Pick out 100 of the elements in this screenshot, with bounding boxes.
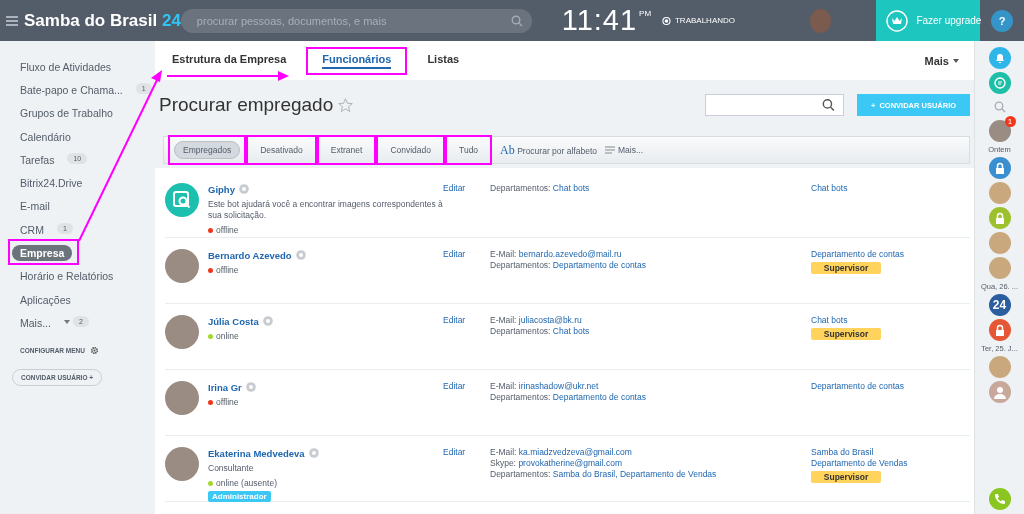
employee-role: Consultante: [208, 463, 254, 475]
department-link[interactable]: Departamento de contas: [811, 381, 905, 391]
employee-name[interactable]: Giphy: [208, 183, 235, 195]
logo[interactable]: Samba do Brasil 24: [24, 10, 181, 31]
edit-link[interactable]: Editar: [443, 447, 490, 503]
caret-icon: [953, 58, 959, 63]
sidebar-item[interactable]: Tarefas: [12, 151, 63, 168]
filter-tab[interactable]: Extranet: [322, 142, 371, 158]
chat-avatar[interactable]: [988, 232, 1011, 254]
crown-icon: [886, 9, 909, 32]
sidebar-item[interactable]: Empresa: [12, 245, 73, 262]
field-label: Skype:: [490, 458, 516, 468]
lock-icon[interactable]: [988, 319, 1011, 341]
status-radio-icon[interactable]: [662, 15, 671, 26]
chat-avatar[interactable]: [988, 257, 1011, 279]
department-link[interactable]: Departamento de Vendas: [811, 458, 908, 468]
field-label: Departamentos:: [490, 392, 551, 402]
edit-link[interactable]: Editar: [443, 315, 490, 369]
sidebar-item[interactable]: E-mail: [12, 198, 58, 215]
chat-icon[interactable]: [988, 72, 1011, 94]
star-icon[interactable]: [338, 97, 354, 113]
user-icon[interactable]: [988, 381, 1011, 403]
department-link[interactable]: Chat bots: [811, 315, 848, 325]
edit-link[interactable]: Editar: [443, 183, 490, 237]
department-link[interactable]: Samba do Brasil: [811, 447, 874, 457]
sidebar-item[interactable]: Bitrix24.Drive: [12, 175, 91, 192]
search-icon: [510, 14, 523, 27]
photo-placeholder: [165, 249, 199, 283]
sidebar-item[interactable]: Aplicações: [12, 291, 79, 308]
field-label: Departamentos:: [490, 183, 551, 193]
field-label: Departamentos:: [490, 469, 551, 479]
presence-status: offline: [216, 265, 239, 275]
tab[interactable]: Estrutura da Empresa: [172, 52, 287, 69]
employee-name[interactable]: Bernardo Azevedo: [208, 249, 292, 261]
notification-bell-icon[interactable]: [988, 47, 1011, 69]
field-value[interactable]: Departamento de contas: [552, 260, 646, 270]
chat-avatar[interactable]: [988, 182, 1011, 204]
supervisor-badge: Supervisor: [811, 262, 881, 274]
admin-badge: Administrador: [208, 491, 271, 503]
field-value[interactable]: Departamento de contas: [552, 392, 646, 402]
department-link[interactable]: Chat bots: [811, 183, 848, 193]
phone-icon[interactable]: [988, 488, 1011, 510]
chat-avatar[interactable]: [988, 356, 1011, 378]
employee-name[interactable]: Ekaterina Medvedeva: [208, 447, 305, 459]
presence-status: online (ausente): [216, 478, 277, 489]
more-link[interactable]: Mais...: [618, 145, 643, 155]
search-icon: [822, 98, 835, 112]
field-value[interactable]: ka.miadzvedzeva@gmail.com: [518, 447, 632, 457]
lock-icon[interactable]: [988, 207, 1011, 229]
field-label: Departamentos:: [490, 260, 551, 270]
tab[interactable]: Funcionários: [322, 52, 392, 69]
filter-tab[interactable]: Convidado: [382, 142, 440, 158]
work-status[interactable]: TRABALHANDO: [675, 16, 735, 25]
lock-icon[interactable]: [988, 157, 1011, 179]
menu-icon[interactable]: [6, 15, 18, 26]
logo-chat[interactable]: 24: [988, 294, 1011, 316]
field-label: E-Mail:: [490, 381, 517, 391]
supervisor-badge: Supervisor: [811, 328, 881, 340]
sidebar-item[interactable]: CRM: [12, 221, 52, 238]
presence-status: online: [216, 331, 239, 341]
edit-link[interactable]: Editar: [443, 381, 490, 435]
search-icon[interactable]: [993, 101, 1006, 113]
search-field[interactable]: [705, 94, 844, 116]
gear-icon[interactable]: [90, 345, 99, 355]
employee-name[interactable]: Júlia Costa: [208, 315, 259, 327]
contact-avatar[interactable]: [988, 120, 1011, 142]
employee-name[interactable]: Irina Gr: [208, 381, 242, 393]
presence-status: offline: [216, 397, 239, 407]
sidebar-item[interactable]: Grupos de Trabalho: [12, 105, 121, 122]
field-value[interactable]: Chat bots: [552, 326, 590, 336]
page-title: Procurar empregado: [159, 94, 334, 116]
field-label: E-Mail:: [490, 315, 517, 325]
edit-link[interactable]: Editar: [443, 249, 490, 303]
filter-tab[interactable]: Empregados: [174, 141, 241, 159]
department-link[interactable]: Departamento de contas: [811, 249, 905, 259]
employee-description: Este bot ajudará você a encontrar imagens correspondentes à sua solicitação.: [208, 199, 443, 222]
field-value[interactable]: irinashadow@ukr.net: [518, 381, 599, 391]
clock-time: 11:41: [561, 4, 638, 37]
help-button[interactable]: ?: [991, 9, 1014, 32]
filter-tab[interactable]: Tudo: [451, 142, 487, 158]
field-value[interactable]: Chat bots: [552, 183, 590, 193]
sidebar-item[interactable]: Fluxo de Atividades: [12, 58, 120, 75]
field-value[interactable]: provokatherine@gmail.com: [518, 458, 622, 468]
field-value[interactable]: bernardo.azevedo@mail.ru: [518, 249, 622, 259]
tab[interactable]: Listas: [427, 52, 460, 69]
field-value[interactable]: Samba do Brasil, Departamento de Vendas: [552, 469, 717, 479]
filter-tab[interactable]: Desativado: [252, 142, 311, 158]
user-avatar[interactable]: [810, 8, 832, 33]
sidebar-item[interactable]: Calendário: [12, 128, 79, 145]
list-icon: [605, 146, 615, 154]
field-label: Departamentos:: [490, 326, 551, 336]
more-menu[interactable]: Mais: [924, 54, 949, 67]
sidebar-item[interactable]: Mais...: [12, 314, 59, 331]
sidebar-item[interactable]: Bate-papo e Chama...: [12, 81, 131, 98]
alphabet-search-link[interactable]: Ab Procurar por alfabeto: [500, 142, 597, 158]
field-label: E-Mail:: [490, 249, 517, 259]
field-value[interactable]: juliacosta@bk.ru: [518, 315, 582, 325]
supervisor-badge: Supervisor: [811, 471, 881, 483]
field-label: E-Mail:: [490, 447, 517, 457]
sidebar-item[interactable]: Horário e Relatórios: [12, 268, 122, 285]
